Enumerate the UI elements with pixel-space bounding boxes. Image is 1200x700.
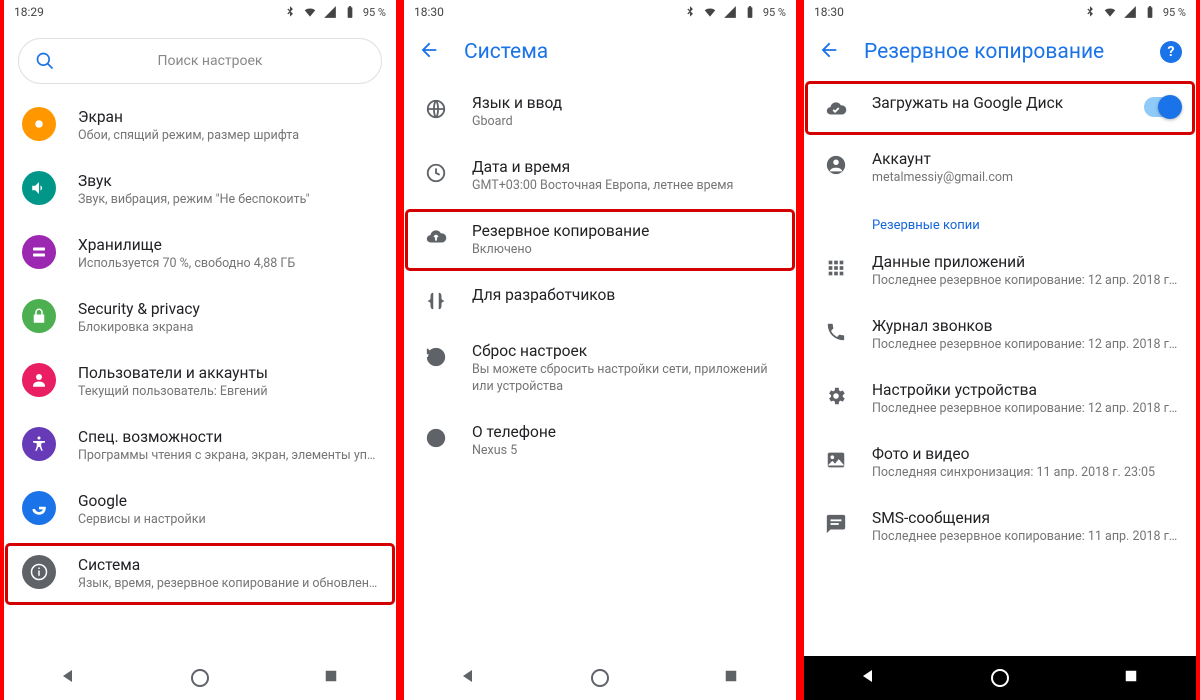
screen-settings-root: 18:29 95 % Поиск настроек ЭкранОбои, спя… — [0, 0, 400, 700]
battery-icon — [343, 5, 357, 19]
help-button[interactable]: ? — [1160, 41, 1182, 63]
cloud-done-icon — [822, 95, 850, 123]
nav-home[interactable] — [991, 669, 1009, 687]
account-icon — [822, 151, 850, 179]
screen-backup: 18:30 95 % Резервное копирование ? Загру… — [800, 0, 1200, 700]
globe-icon — [422, 95, 450, 123]
restore-icon — [422, 343, 450, 371]
backup-item-apps[interactable]: Данные приложенийПоследнее резервное коп… — [804, 239, 1196, 303]
app-bar: Резервное копирование ? — [804, 24, 1196, 80]
backup-item-device-settings[interactable]: Настройки устройстваПоследнее резервное … — [804, 367, 1196, 431]
settings-search[interactable]: Поиск настроек — [18, 38, 382, 84]
appbar-title: Резервное копирование — [864, 40, 1136, 64]
search-icon — [35, 51, 55, 71]
back-button[interactable] — [418, 39, 440, 65]
accessibility-icon — [22, 427, 56, 461]
system-item-language[interactable]: Язык и вводGboard — [404, 80, 796, 144]
phone-icon — [822, 318, 850, 346]
settings-item-accessibility[interactable]: Спец. возможностиПрограммы чтения с экра… — [4, 414, 396, 478]
settings-item-google[interactable]: GoogleСервисы и настройки — [4, 478, 396, 542]
gear-icon — [822, 382, 850, 410]
nav-back[interactable] — [860, 667, 878, 689]
nav-bar — [804, 656, 1196, 700]
signal-icon — [323, 5, 337, 19]
backup-item-sms[interactable]: SMS-сообщенияПоследнее резервное копиров… — [804, 495, 1196, 559]
battery-text: 95 % — [1163, 6, 1186, 19]
nav-bar — [4, 656, 396, 700]
status-time: 18:29 — [14, 5, 44, 19]
system-item-backup[interactable]: Резервное копированиеВключено — [404, 208, 796, 272]
settings-item-storage[interactable]: ХранилищеИспользуется 70 %, свободно 4,8… — [4, 222, 396, 286]
bluetooth-icon — [283, 5, 297, 19]
storage-icon — [22, 235, 56, 269]
volume-icon — [22, 171, 56, 205]
settings-item-system[interactable]: СистемаЯзык, время, резервное копировани… — [4, 542, 396, 606]
settings-list: ЭкранОбои, спящий режим, размер шрифта З… — [4, 94, 396, 656]
system-list: Язык и вводGboard Дата и времяGMT+03:00 … — [404, 80, 796, 656]
brightness-icon — [22, 107, 56, 141]
info-icon — [22, 555, 56, 589]
apps-icon — [822, 254, 850, 282]
image-icon — [822, 446, 850, 474]
braces-icon — [422, 287, 450, 315]
wifi-icon — [1103, 5, 1117, 19]
status-time: 18:30 — [814, 5, 844, 19]
battery-icon — [743, 5, 757, 19]
settings-item-users[interactable]: Пользователи и аккаунтыТекущий пользоват… — [4, 350, 396, 414]
settings-item-sound[interactable]: ЗвукЗвук, вибрация, режим "Не беспокоить… — [4, 158, 396, 222]
backup-section-label: Резервные копии — [804, 200, 1196, 239]
message-icon — [822, 510, 850, 538]
nav-bar — [404, 656, 796, 700]
settings-item-display[interactable]: ЭкранОбои, спящий режим, размер шрифта — [4, 94, 396, 158]
battery-text: 95 % — [763, 6, 786, 19]
nav-back[interactable] — [60, 667, 78, 689]
signal-icon — [723, 5, 737, 19]
cloud-upload-icon — [422, 223, 450, 251]
battery-text: 95 % — [363, 6, 386, 19]
status-time: 18:30 — [414, 5, 444, 19]
appbar-title: Система — [464, 40, 782, 64]
nav-recent[interactable] — [322, 667, 340, 689]
info-outline-icon — [422, 424, 450, 452]
google-icon — [22, 491, 56, 525]
battery-icon — [1143, 5, 1157, 19]
clock-icon — [422, 159, 450, 187]
backup-item-photos[interactable]: Фото и видеоПоследняя синхронизация: 11 … — [804, 431, 1196, 495]
settings-item-security[interactable]: Security & privacyБлокировка экрана — [4, 286, 396, 350]
toggle-switch[interactable] — [1144, 97, 1180, 117]
screen-system: 18:30 95 % Система Язык и вводGboard Дат… — [400, 0, 800, 700]
lock-icon — [22, 299, 56, 333]
backup-list: Загружать на Google Диск Аккаунтmetalmes… — [804, 80, 1196, 656]
status-icons: 95 % — [283, 5, 386, 19]
wifi-icon — [303, 5, 317, 19]
system-item-developer[interactable]: Для разработчиков — [404, 272, 796, 328]
back-button[interactable] — [818, 39, 840, 65]
person-icon — [22, 363, 56, 397]
nav-home[interactable] — [191, 669, 209, 687]
nav-recent[interactable] — [1122, 667, 1140, 689]
bluetooth-icon — [683, 5, 697, 19]
signal-icon — [1123, 5, 1137, 19]
system-item-datetime[interactable]: Дата и времяGMT+03:00 Восточная Европа, … — [404, 144, 796, 208]
backup-toggle-drive[interactable]: Загружать на Google Диск — [804, 80, 1196, 136]
system-item-reset[interactable]: Сброс настроекВы можете сбросить настрой… — [404, 328, 796, 409]
bluetooth-icon — [1083, 5, 1097, 19]
status-bar: 18:29 95 % — [4, 0, 396, 24]
wifi-icon — [703, 5, 717, 19]
system-item-about[interactable]: О телефонеNexus 5 — [404, 409, 796, 473]
status-bar: 18:30 95 % — [404, 0, 796, 24]
search-placeholder: Поиск настроек — [55, 53, 365, 69]
app-bar: Система — [404, 24, 796, 80]
nav-back[interactable] — [460, 667, 478, 689]
nav-home[interactable] — [591, 669, 609, 687]
nav-recent[interactable] — [722, 667, 740, 689]
backup-item-calls[interactable]: Журнал звонковПоследнее резервное копиро… — [804, 303, 1196, 367]
backup-account[interactable]: Аккаунтmetalmessiy@gmail.com — [804, 136, 1196, 200]
status-bar: 18:30 95 % — [804, 0, 1196, 24]
